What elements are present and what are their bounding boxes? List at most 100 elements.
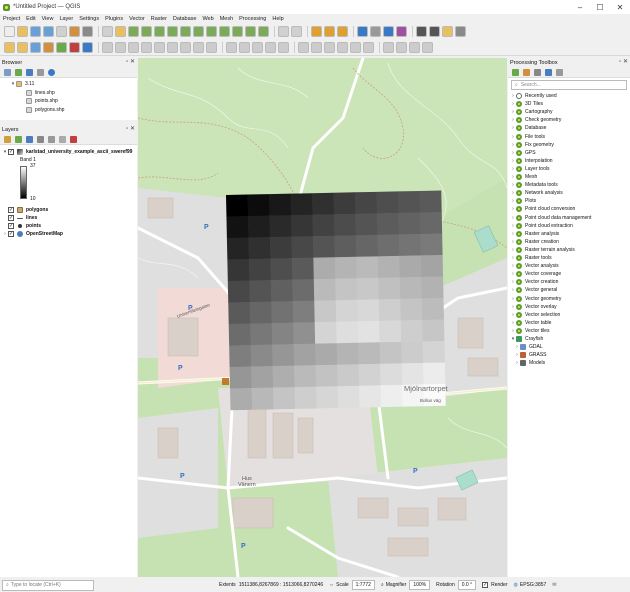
layer-checkbox[interactable]: ✓ — [8, 223, 14, 229]
menu-web[interactable]: Web — [202, 16, 213, 22]
new-project-icon[interactable] — [4, 25, 15, 37]
panel-close-icon[interactable]: ▫ ✕ — [126, 58, 135, 65]
zoom-next-icon[interactable] — [219, 25, 230, 37]
style-icon[interactable] — [4, 135, 11, 143]
toolbox-group[interactable]: › Fix geometry — [510, 141, 554, 149]
toolbox-provider[interactable]: › GDAL — [514, 343, 543, 351]
toolbox-group[interactable]: › GPS — [510, 149, 536, 157]
advanced-digitize-icon[interactable] — [422, 42, 433, 53]
menu-settings[interactable]: Settings — [79, 16, 99, 22]
menu-edit[interactable]: Edit — [26, 16, 35, 22]
select-value-icon[interactable] — [337, 25, 348, 37]
snap-icon[interactable] — [383, 42, 394, 53]
panel-close-icon[interactable]: ▫ ✕ — [126, 125, 135, 132]
results-icon[interactable] — [534, 68, 541, 76]
toolbox-group[interactable]: › Database — [510, 124, 546, 132]
toolbox-provider[interactable]: ▾ Crayfish — [510, 335, 543, 343]
browser-item[interactable]: lines.shp — [26, 89, 55, 97]
field-calculator-icon[interactable] — [383, 25, 394, 37]
scale-combobox[interactable]: 1:7772 — [351, 580, 375, 590]
add-vector-icon[interactable] — [17, 42, 28, 53]
new-map-view-icon[interactable] — [232, 25, 243, 37]
menu-database[interactable]: Database — [173, 16, 197, 22]
toolbox-group[interactable]: › Raster tools — [510, 254, 552, 262]
minimize-button[interactable]: – — [570, 0, 590, 14]
raster-layer-row[interactable]: ▾ ✓ karlstad_university_example_ascii_sw… — [2, 148, 132, 156]
label-tool-icon[interactable] — [298, 42, 309, 53]
topology-icon[interactable] — [409, 42, 420, 53]
sum-icon[interactable] — [396, 25, 407, 37]
add-postgis-icon[interactable] — [69, 42, 80, 53]
magnifier-spinbox[interactable]: 100% — [409, 580, 431, 590]
browser-item[interactable]: ▾ 3.11 — [10, 80, 34, 88]
toolbox-group[interactable]: › Cartography — [510, 108, 553, 116]
add-delimited-icon[interactable] — [56, 42, 67, 53]
layer-checkbox[interactable]: ✓ — [8, 215, 14, 221]
data-source-manager-icon[interactable] — [4, 42, 15, 53]
toolbox-group[interactable]: › Vector table — [510, 319, 551, 327]
attributes-icon[interactable] — [291, 25, 302, 37]
toolbox-provider[interactable]: › GRASS — [514, 351, 547, 359]
zoom-out-icon[interactable] — [141, 25, 152, 37]
toolbox-search-input[interactable]: ⌕ Search... — [511, 80, 627, 90]
render-checkbox[interactable]: ✓ — [482, 582, 489, 588]
models-icon[interactable] — [512, 68, 519, 76]
zoom-selection-icon[interactable] — [167, 25, 178, 37]
info-icon[interactable] — [48, 68, 55, 76]
batch-icon[interactable] — [545, 68, 552, 76]
zoom-in-icon[interactable] — [128, 25, 139, 37]
add-layer-icon[interactable] — [15, 68, 22, 76]
layer-checkbox[interactable]: ✓ — [8, 149, 14, 155]
toolbox-group[interactable]: › Point cloud conversion — [510, 205, 575, 213]
menu-project[interactable]: Project — [3, 16, 20, 22]
toolbox-group[interactable]: › Vector analysis — [510, 262, 559, 270]
messages-icon[interactable]: ✉ — [552, 582, 556, 588]
toolbox-group[interactable]: › Point cloud extraction — [510, 222, 573, 230]
save-edits-icon[interactable] — [115, 42, 126, 53]
collapse-all-icon[interactable] — [59, 135, 66, 143]
add-group-icon[interactable] — [15, 135, 22, 143]
rotation-spinbox[interactable]: 0.0 ° — [457, 580, 477, 590]
crs-button[interactable]: EPSG:3857 — [520, 582, 546, 588]
browser-item[interactable]: points.shp — [26, 97, 58, 105]
toolbox-group[interactable]: › Vector selection — [510, 311, 560, 319]
layer-row-points[interactable]: ✓ points — [8, 222, 41, 230]
print-layout-icon[interactable] — [56, 25, 67, 37]
delete-icon[interactable] — [193, 42, 204, 53]
zoom-last-icon[interactable] — [206, 25, 217, 37]
toolbox-group[interactable]: › Recently used — [510, 92, 557, 100]
pan-icon[interactable] — [102, 25, 113, 37]
tips-icon[interactable] — [442, 25, 453, 37]
menu-layer[interactable]: Layer — [59, 16, 73, 22]
menu-plugins[interactable]: Plugins — [105, 16, 123, 22]
trace-icon[interactable] — [396, 42, 407, 53]
copy-icon[interactable] — [226, 42, 237, 53]
toolbox-group[interactable]: › Raster terrain analysis — [510, 246, 575, 254]
toolbox-group[interactable]: › Raster creation — [510, 238, 559, 246]
temporal-icon[interactable] — [245, 25, 256, 37]
remove-layer-icon[interactable] — [70, 135, 77, 143]
save-icon[interactable] — [30, 25, 41, 37]
layer-row-lines[interactable]: ✓ lines — [8, 214, 37, 222]
toolbox-group[interactable]: › Interpolation — [510, 157, 553, 165]
rotate-label-icon[interactable] — [337, 42, 348, 53]
add-line-icon[interactable] — [154, 42, 165, 53]
menu-view[interactable]: View — [42, 16, 54, 22]
zoom-full-icon[interactable] — [154, 25, 165, 37]
collapse-all-icon[interactable] — [37, 68, 44, 76]
annotation-icon[interactable] — [416, 25, 427, 37]
toolbox-group[interactable]: › Vector tiles — [510, 327, 549, 335]
toolbox-group[interactable]: › Check geometry — [510, 116, 561, 124]
menu-vector[interactable]: Vector — [129, 16, 145, 22]
locator-input[interactable]: ⌕ Type to locate (Ctrl+K) — [2, 579, 94, 591]
toolbox-group[interactable]: › Vector geometry — [510, 295, 561, 303]
layer-checkbox[interactable]: ✓ — [8, 207, 14, 213]
add-mesh-icon[interactable] — [43, 42, 54, 53]
toolbox-group[interactable]: › 3D Tiles — [510, 100, 543, 108]
digitize-icon[interactable] — [128, 42, 139, 53]
select-icon[interactable] — [311, 25, 322, 37]
toolbox-group[interactable]: › Metadata tools — [510, 181, 558, 189]
layout-manager-icon[interactable] — [69, 25, 80, 37]
refresh-icon[interactable] — [4, 68, 11, 76]
pin-label-icon[interactable] — [311, 42, 322, 53]
